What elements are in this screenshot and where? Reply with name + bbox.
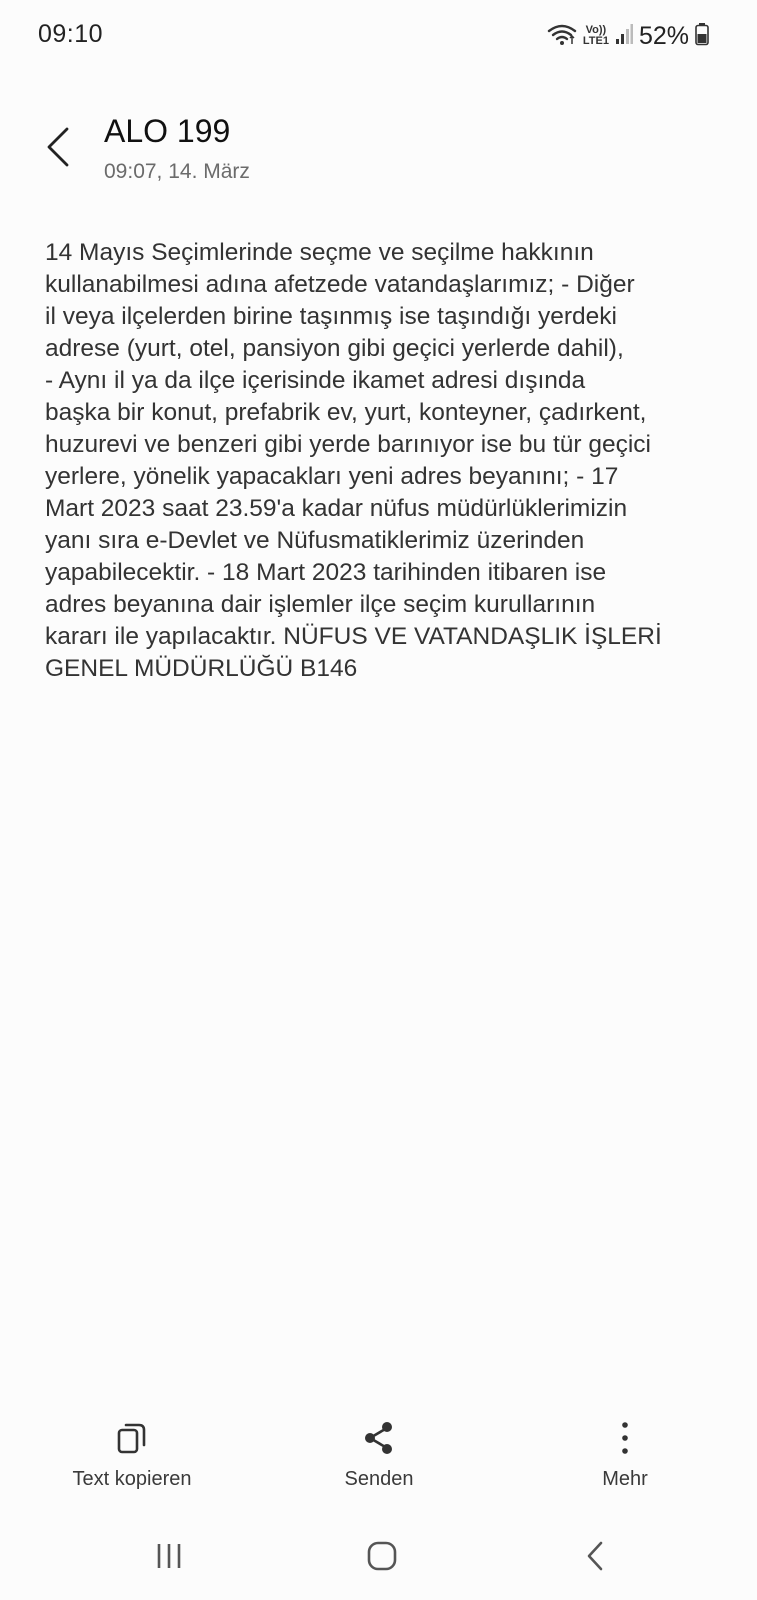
copy-text-label: Text kopieren [72, 1468, 192, 1490]
copy-text-button[interactable]: Text kopieren [32, 1418, 232, 1491]
battery-icon [695, 22, 709, 51]
more-label: Mehr [602, 1468, 648, 1490]
lte-label: LTE1 [582, 35, 609, 47]
signal-icon [615, 23, 633, 50]
back-button[interactable] [36, 122, 80, 176]
navigation-bar [0, 1528, 757, 1588]
chevron-left-icon [45, 127, 71, 172]
more-vertical-icon [620, 1418, 630, 1458]
home-icon [366, 1540, 398, 1577]
battery-percent: 52% [638, 21, 689, 50]
more-button[interactable]: Mehr [525, 1418, 725, 1491]
wifi-icon [547, 22, 577, 51]
back-icon [585, 1541, 605, 1576]
recents-button[interactable] [139, 1528, 199, 1588]
home-button[interactable] [352, 1528, 412, 1588]
share-icon [363, 1418, 395, 1458]
message-timestamp: 09:07, 14. März [104, 160, 250, 183]
recents-icon [154, 1542, 184, 1575]
action-bar: Text kopieren Senden Mehr [0, 1418, 757, 1498]
status-bar: 09:10 Vo)) LTE1 52% [0, 0, 757, 70]
message-text[interactable]: 14 Mayıs Seçimlerinde seçme ve seçilme h… [45, 237, 725, 685]
send-label: Senden [344, 1468, 414, 1490]
status-time: 09:10 [38, 20, 104, 48]
send-button[interactable]: Senden [279, 1418, 479, 1491]
copy-icon [117, 1418, 147, 1458]
sender-title: ALO 199 [104, 113, 231, 149]
volte-lte-icon: Vo)) LTE1 [583, 25, 609, 47]
status-icons: Vo)) LTE1 52% [547, 18, 709, 54]
nav-back-button[interactable] [565, 1528, 625, 1588]
